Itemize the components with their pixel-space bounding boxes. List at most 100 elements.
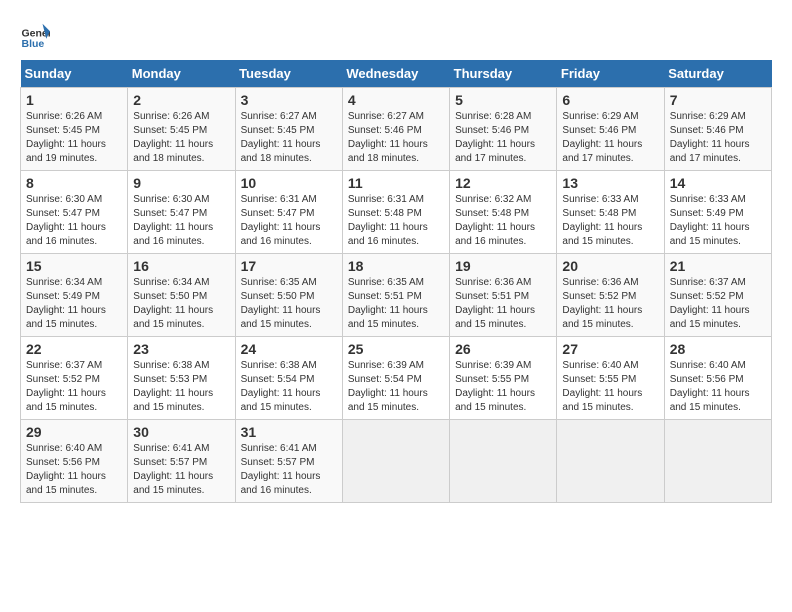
day-info: Sunrise: 6:26 AMSunset: 5:45 PMDaylight:… — [26, 111, 106, 164]
day-info: Sunrise: 6:36 AMSunset: 5:51 PMDaylight:… — [455, 277, 535, 330]
day-info: Sunrise: 6:30 AMSunset: 5:47 PMDaylight:… — [133, 194, 213, 247]
day-info: Sunrise: 6:35 AMSunset: 5:51 PMDaylight:… — [348, 277, 428, 330]
calendar-table: SundayMondayTuesdayWednesdayThursdayFrid… — [20, 60, 772, 503]
day-number: 10 — [241, 175, 337, 191]
day-cell: 24 Sunrise: 6:38 AMSunset: 5:54 PMDaylig… — [235, 337, 342, 420]
day-number: 27 — [562, 341, 658, 357]
day-number: 9 — [133, 175, 229, 191]
day-cell — [342, 420, 449, 503]
day-number: 21 — [670, 258, 766, 274]
day-cell: 29 Sunrise: 6:40 AMSunset: 5:56 PMDaylig… — [21, 420, 128, 503]
day-number: 20 — [562, 258, 658, 274]
day-number: 26 — [455, 341, 551, 357]
col-header-monday: Monday — [128, 60, 235, 88]
day-info: Sunrise: 6:32 AMSunset: 5:48 PMDaylight:… — [455, 194, 535, 247]
day-info: Sunrise: 6:41 AMSunset: 5:57 PMDaylight:… — [133, 443, 213, 496]
day-info: Sunrise: 6:29 AMSunset: 5:46 PMDaylight:… — [670, 111, 750, 164]
day-number: 5 — [455, 92, 551, 108]
day-cell: 4 Sunrise: 6:27 AMSunset: 5:46 PMDayligh… — [342, 88, 449, 171]
day-info: Sunrise: 6:37 AMSunset: 5:52 PMDaylight:… — [26, 360, 106, 413]
col-header-friday: Friday — [557, 60, 664, 88]
day-cell: 26 Sunrise: 6:39 AMSunset: 5:55 PMDaylig… — [450, 337, 557, 420]
day-info: Sunrise: 6:33 AMSunset: 5:48 PMDaylight:… — [562, 194, 642, 247]
day-info: Sunrise: 6:40 AMSunset: 5:55 PMDaylight:… — [562, 360, 642, 413]
logo: General Blue — [20, 20, 50, 50]
day-cell: 6 Sunrise: 6:29 AMSunset: 5:46 PMDayligh… — [557, 88, 664, 171]
day-cell: 16 Sunrise: 6:34 AMSunset: 5:50 PMDaylig… — [128, 254, 235, 337]
day-info: Sunrise: 6:40 AMSunset: 5:56 PMDaylight:… — [26, 443, 106, 496]
day-number: 16 — [133, 258, 229, 274]
day-info: Sunrise: 6:28 AMSunset: 5:46 PMDaylight:… — [455, 111, 535, 164]
week-row-1: 1 Sunrise: 6:26 AMSunset: 5:45 PMDayligh… — [21, 88, 772, 171]
col-header-thursday: Thursday — [450, 60, 557, 88]
day-cell: 9 Sunrise: 6:30 AMSunset: 5:47 PMDayligh… — [128, 171, 235, 254]
day-number: 1 — [26, 92, 122, 108]
day-info: Sunrise: 6:31 AMSunset: 5:48 PMDaylight:… — [348, 194, 428, 247]
day-info: Sunrise: 6:39 AMSunset: 5:54 PMDaylight:… — [348, 360, 428, 413]
day-info: Sunrise: 6:38 AMSunset: 5:54 PMDaylight:… — [241, 360, 321, 413]
day-info: Sunrise: 6:38 AMSunset: 5:53 PMDaylight:… — [133, 360, 213, 413]
day-number: 31 — [241, 424, 337, 440]
day-cell: 25 Sunrise: 6:39 AMSunset: 5:54 PMDaylig… — [342, 337, 449, 420]
day-cell: 12 Sunrise: 6:32 AMSunset: 5:48 PMDaylig… — [450, 171, 557, 254]
day-info: Sunrise: 6:36 AMSunset: 5:52 PMDaylight:… — [562, 277, 642, 330]
day-number: 24 — [241, 341, 337, 357]
col-header-saturday: Saturday — [664, 60, 771, 88]
day-cell: 30 Sunrise: 6:41 AMSunset: 5:57 PMDaylig… — [128, 420, 235, 503]
day-cell: 21 Sunrise: 6:37 AMSunset: 5:52 PMDaylig… — [664, 254, 771, 337]
day-cell: 28 Sunrise: 6:40 AMSunset: 5:56 PMDaylig… — [664, 337, 771, 420]
day-number: 15 — [26, 258, 122, 274]
day-info: Sunrise: 6:30 AMSunset: 5:47 PMDaylight:… — [26, 194, 106, 247]
day-cell: 7 Sunrise: 6:29 AMSunset: 5:46 PMDayligh… — [664, 88, 771, 171]
day-info: Sunrise: 6:31 AMSunset: 5:47 PMDaylight:… — [241, 194, 321, 247]
day-cell: 20 Sunrise: 6:36 AMSunset: 5:52 PMDaylig… — [557, 254, 664, 337]
col-header-sunday: Sunday — [21, 60, 128, 88]
day-number: 23 — [133, 341, 229, 357]
day-info: Sunrise: 6:26 AMSunset: 5:45 PMDaylight:… — [133, 111, 213, 164]
day-number: 12 — [455, 175, 551, 191]
day-info: Sunrise: 6:34 AMSunset: 5:50 PMDaylight:… — [133, 277, 213, 330]
day-number: 25 — [348, 341, 444, 357]
day-info: Sunrise: 6:34 AMSunset: 5:49 PMDaylight:… — [26, 277, 106, 330]
day-number: 7 — [670, 92, 766, 108]
logo-icon: General Blue — [20, 20, 50, 50]
col-header-tuesday: Tuesday — [235, 60, 342, 88]
day-number: 22 — [26, 341, 122, 357]
day-number: 14 — [670, 175, 766, 191]
day-cell: 8 Sunrise: 6:30 AMSunset: 5:47 PMDayligh… — [21, 171, 128, 254]
day-cell: 22 Sunrise: 6:37 AMSunset: 5:52 PMDaylig… — [21, 337, 128, 420]
day-cell: 19 Sunrise: 6:36 AMSunset: 5:51 PMDaylig… — [450, 254, 557, 337]
day-number: 29 — [26, 424, 122, 440]
header: General Blue — [20, 20, 772, 50]
day-info: Sunrise: 6:41 AMSunset: 5:57 PMDaylight:… — [241, 443, 321, 496]
day-cell: 3 Sunrise: 6:27 AMSunset: 5:45 PMDayligh… — [235, 88, 342, 171]
day-cell: 13 Sunrise: 6:33 AMSunset: 5:48 PMDaylig… — [557, 171, 664, 254]
day-cell — [664, 420, 771, 503]
day-cell: 11 Sunrise: 6:31 AMSunset: 5:48 PMDaylig… — [342, 171, 449, 254]
day-number: 13 — [562, 175, 658, 191]
day-info: Sunrise: 6:35 AMSunset: 5:50 PMDaylight:… — [241, 277, 321, 330]
day-cell: 15 Sunrise: 6:34 AMSunset: 5:49 PMDaylig… — [21, 254, 128, 337]
day-cell: 17 Sunrise: 6:35 AMSunset: 5:50 PMDaylig… — [235, 254, 342, 337]
day-info: Sunrise: 6:29 AMSunset: 5:46 PMDaylight:… — [562, 111, 642, 164]
day-info: Sunrise: 6:27 AMSunset: 5:45 PMDaylight:… — [241, 111, 321, 164]
week-row-5: 29 Sunrise: 6:40 AMSunset: 5:56 PMDaylig… — [21, 420, 772, 503]
day-cell: 27 Sunrise: 6:40 AMSunset: 5:55 PMDaylig… — [557, 337, 664, 420]
day-info: Sunrise: 6:40 AMSunset: 5:56 PMDaylight:… — [670, 360, 750, 413]
day-info: Sunrise: 6:27 AMSunset: 5:46 PMDaylight:… — [348, 111, 428, 164]
day-number: 6 — [562, 92, 658, 108]
day-cell — [450, 420, 557, 503]
day-info: Sunrise: 6:37 AMSunset: 5:52 PMDaylight:… — [670, 277, 750, 330]
day-cell: 1 Sunrise: 6:26 AMSunset: 5:45 PMDayligh… — [21, 88, 128, 171]
day-number: 4 — [348, 92, 444, 108]
day-cell: 2 Sunrise: 6:26 AMSunset: 5:45 PMDayligh… — [128, 88, 235, 171]
week-row-2: 8 Sunrise: 6:30 AMSunset: 5:47 PMDayligh… — [21, 171, 772, 254]
day-cell: 23 Sunrise: 6:38 AMSunset: 5:53 PMDaylig… — [128, 337, 235, 420]
day-cell: 14 Sunrise: 6:33 AMSunset: 5:49 PMDaylig… — [664, 171, 771, 254]
day-info: Sunrise: 6:33 AMSunset: 5:49 PMDaylight:… — [670, 194, 750, 247]
week-row-3: 15 Sunrise: 6:34 AMSunset: 5:49 PMDaylig… — [21, 254, 772, 337]
day-cell: 18 Sunrise: 6:35 AMSunset: 5:51 PMDaylig… — [342, 254, 449, 337]
day-number: 28 — [670, 341, 766, 357]
day-number: 3 — [241, 92, 337, 108]
svg-text:Blue: Blue — [22, 38, 45, 50]
